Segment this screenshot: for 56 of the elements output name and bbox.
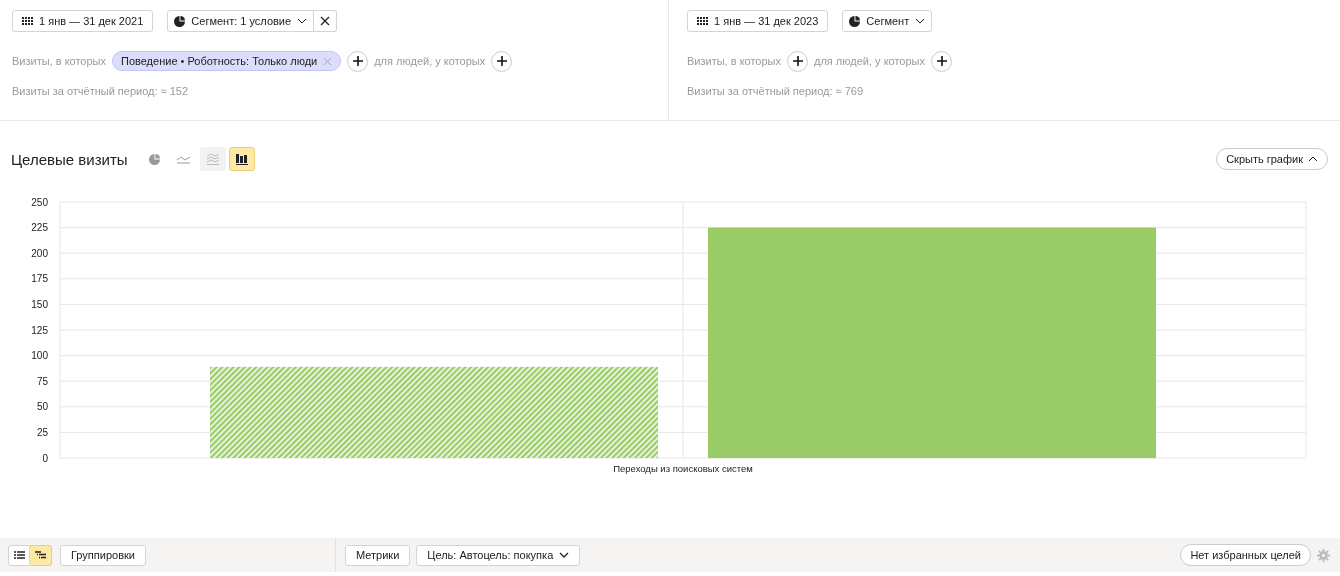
- y-tick-label: 200: [31, 247, 48, 259]
- bar-chart-button[interactable]: [228, 147, 255, 171]
- plus-icon: [936, 56, 947, 66]
- hide-chart-button[interactable]: Скрыть график: [1216, 148, 1328, 170]
- date-range-button[interactable]: 1 янв — 31 дек 2021: [12, 10, 154, 32]
- visits-label: Визиты, в которых: [687, 55, 781, 67]
- date-range-button[interactable]: 1 янв — 31 дек 2023: [687, 10, 829, 32]
- chevron-up-icon: [1308, 156, 1318, 162]
- y-tick-label: 225: [31, 222, 48, 234]
- y-tick-label: 250: [31, 196, 48, 208]
- area-chart-icon: [206, 153, 219, 165]
- calendar-icon: [697, 16, 708, 26]
- line-chart-icon: [177, 154, 191, 164]
- visits-total: Визиты за отчётный период: ≈ 769: [687, 85, 865, 97]
- bar-chart-icon: [235, 153, 248, 165]
- plus-icon: [496, 56, 507, 66]
- pie-icon: [849, 15, 861, 27]
- y-tick-label: 25: [36, 426, 48, 438]
- y-tick-label: 0: [42, 452, 48, 464]
- pie-chart-icon: [149, 153, 161, 165]
- y-tick-label: 100: [31, 350, 48, 362]
- add-condition-button[interactable]: [931, 50, 952, 72]
- visits-label: Визиты, в которых: [12, 55, 106, 67]
- metrics-button[interactable]: Метрики: [345, 544, 411, 566]
- add-condition-button[interactable]: [347, 50, 369, 72]
- list-view-button[interactable]: [8, 544, 30, 566]
- y-tick-label: 150: [31, 298, 48, 310]
- plus-icon: [792, 56, 803, 66]
- y-tick-label: 50: [36, 401, 48, 413]
- chevron-down-icon: [915, 18, 926, 24]
- list-icon: [13, 551, 25, 559]
- category-label: Переходы из поисковых систем: [613, 463, 753, 474]
- calendar-icon: [22, 16, 33, 26]
- people-label: для людей, у которых: [814, 55, 925, 67]
- tree-list-icon: [35, 551, 46, 559]
- chevron-down-icon: [297, 18, 308, 24]
- segment-button[interactable]: Сегмент: [842, 10, 933, 32]
- condition-chip[interactable]: Поведение • Роботность: Только люди: [112, 51, 342, 71]
- plus-icon: [352, 56, 363, 66]
- segment-button[interactable]: Сегмент: 1 условие: [167, 10, 315, 32]
- people-label: для людей, у которых: [374, 55, 486, 67]
- visits-total: Визиты за отчётный период: ≈ 152: [12, 85, 190, 97]
- favorite-goals-button[interactable]: Нет избранных целей: [1180, 544, 1311, 566]
- remove-segment-button[interactable]: [314, 10, 338, 32]
- tree-view-button[interactable]: [30, 544, 52, 566]
- y-tick-label: 125: [31, 324, 48, 336]
- y-tick-label: 75: [36, 375, 48, 387]
- groupings-button[interactable]: Группировки: [60, 544, 146, 566]
- chevron-down-icon: [559, 552, 570, 558]
- pie-icon: [174, 15, 186, 27]
- close-icon: [320, 16, 331, 26]
- y-tick-label: 175: [31, 273, 48, 285]
- add-condition-button[interactable]: [491, 50, 513, 72]
- report-title: Целевые визиты: [11, 150, 128, 168]
- goal-dropdown[interactable]: Цель: Автоцель: покупка: [416, 544, 581, 566]
- add-condition-button[interactable]: [787, 50, 808, 72]
